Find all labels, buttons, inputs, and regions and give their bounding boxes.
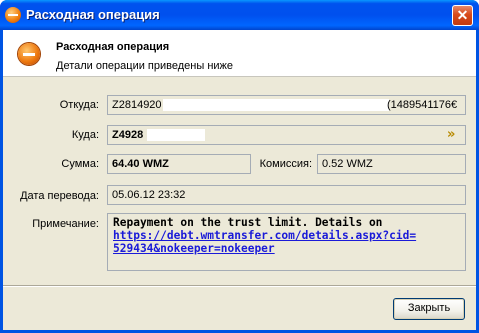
dialog-window: Расходная операция ✕ Расходная операция … — [0, 0, 479, 333]
dialog-header: Расходная операция Детали операции приве… — [3, 30, 476, 77]
header-subtitle: Детали операции приведены ниже — [56, 60, 234, 72]
expense-icon — [5, 7, 21, 23]
close-button[interactable]: Закрыть — [393, 298, 465, 320]
close-icon[interactable]: ✕ — [452, 5, 473, 26]
commission-field[interactable]: 0.52 WMZ — [317, 154, 466, 174]
note-text: Repayment on the trust limit. Details on — [113, 216, 383, 229]
window-title: Расходная операция — [26, 7, 160, 22]
sum-value: 64.40 WMZ — [112, 158, 169, 170]
footer-divider — [3, 285, 476, 287]
dialog-body: Расходная операция Детали операции приве… — [3, 30, 476, 330]
redacted-mask — [163, 99, 389, 111]
note-field[interactable]: Repayment on the trust limit. Details on… — [107, 213, 466, 271]
minus-circle-icon — [18, 43, 40, 65]
date-label: Дата перевода: — [20, 190, 99, 202]
to-label: Куда: — [71, 129, 99, 141]
date-value: 05.06.12 23:32 — [112, 189, 186, 201]
commission-value: 0.52 WMZ — [322, 158, 373, 170]
redacted-mask — [147, 129, 205, 141]
title-bar[interactable]: Расходная операция ✕ — [0, 0, 479, 30]
note-link-cont[interactable]: 529434&nokeeper=nokeeper — [113, 242, 460, 255]
commission-label: Комиссия: — [259, 158, 312, 170]
from-value: Z2814920 — [112, 99, 162, 111]
from-suffix: (1489541176€ — [387, 99, 458, 111]
sum-field[interactable]: 64.40 WMZ — [107, 154, 251, 174]
chevron-right-icon[interactable]: » — [447, 127, 461, 143]
sum-label: Сумма: — [61, 158, 99, 170]
to-value: Z4928 — [112, 129, 144, 141]
note-link[interactable]: https://debt.wmtransfer.com/details.aspx… — [113, 229, 460, 242]
note-label: Примечание: — [32, 218, 99, 230]
date-field[interactable]: 05.06.12 23:32 — [107, 185, 466, 205]
from-label: Откуда: — [59, 99, 99, 111]
header-title: Расходная операция — [56, 41, 170, 53]
